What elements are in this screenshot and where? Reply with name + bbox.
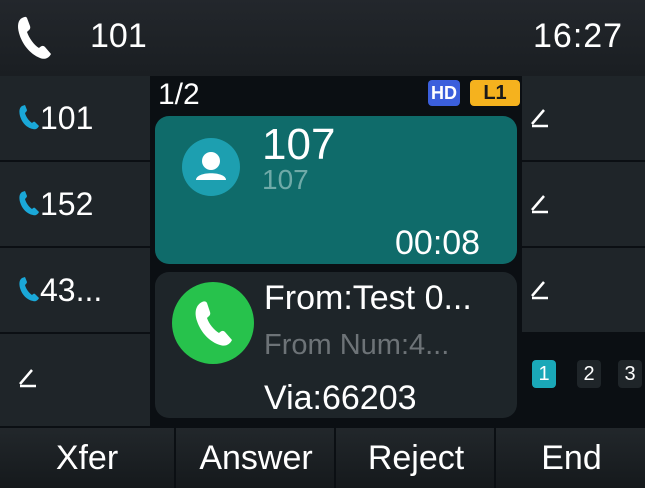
line-key-152[interactable]: 152 (0, 162, 150, 248)
line-key-label: 43... (40, 272, 103, 308)
pencil-icon (531, 109, 548, 128)
right-key-2[interactable] (522, 162, 645, 248)
line-key-101[interactable]: 101 (0, 76, 150, 162)
current-line-number: 101 (90, 17, 147, 55)
phone-handset-icon (18, 16, 51, 59)
line-badge: L1 (470, 80, 520, 106)
page-3[interactable]: 3 (618, 360, 642, 388)
answer-button[interactable]: Answer (174, 428, 336, 488)
line-key-label: 152 (40, 186, 94, 222)
active-call-number: 107 (262, 164, 309, 195)
phone-icon (195, 301, 232, 346)
xfer-button[interactable]: Xfer (0, 428, 174, 488)
clock-time: 16:27 (533, 17, 624, 55)
line-key-label: 101 (40, 100, 94, 136)
line-key-empty[interactable] (0, 334, 150, 428)
reject-button[interactable]: Reject (334, 428, 496, 488)
page-2[interactable]: 2 (577, 360, 601, 388)
phone-icon (19, 191, 39, 216)
incoming-from-name: From:Test 0... (264, 279, 472, 317)
avatar (182, 138, 240, 196)
call-counter: 1/2 (158, 78, 200, 111)
contact-icon (196, 152, 226, 180)
phone-icon (19, 277, 39, 302)
pencil-icon (531, 195, 548, 214)
active-call-name: 107 (262, 120, 336, 169)
hd-badge: HD (428, 80, 460, 106)
line-key-43[interactable]: 43... (0, 248, 150, 334)
incoming-via: Via:66203 (264, 379, 417, 417)
end-button[interactable]: End (494, 428, 645, 488)
call-duration: 00:08 (395, 224, 481, 262)
incoming-call-icon (172, 282, 254, 364)
pencil-icon (531, 281, 548, 300)
pencil-icon (19, 369, 36, 388)
page-1[interactable]: 1 (532, 360, 556, 388)
incoming-from-number: From Num:4... (264, 329, 450, 361)
right-key-1[interactable] (522, 76, 645, 162)
right-key-3[interactable] (522, 248, 645, 334)
phone-icon (19, 105, 39, 130)
